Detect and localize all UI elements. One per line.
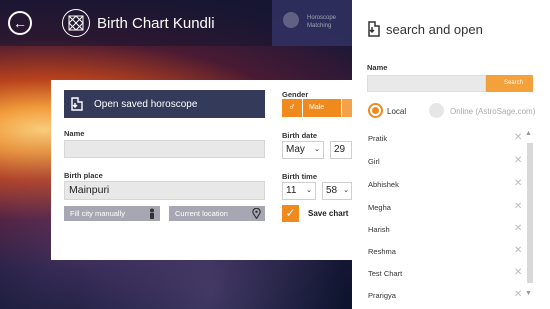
birth-minute-select[interactable]: 58 ⌄ <box>322 182 352 200</box>
open-saved-label: Open saved horoscope <box>94 99 198 110</box>
birth-hour-select[interactable]: 11 ⌄ <box>282 182 316 200</box>
list-item[interactable]: Prarigya ✕ <box>368 289 528 300</box>
person-pin-icon <box>150 208 154 219</box>
close-icon[interactable]: ✕ <box>514 267 522 278</box>
list-item-label: Pratik <box>368 134 388 143</box>
close-icon[interactable]: ✕ <box>514 178 522 189</box>
open-saved-horoscope-button[interactable]: Open saved horoscope <box>64 90 265 118</box>
male-symbol-icon: ♂ <box>282 99 302 117</box>
fill-city-manually-button[interactable]: Fill city manually <box>64 206 160 221</box>
list-item-label: Megha <box>368 203 391 212</box>
name-field[interactable] <box>64 140 265 158</box>
online-radio-label: Online (AstroSage.com) <box>450 107 536 116</box>
birth-month-select[interactable]: May ⌄ <box>282 141 324 159</box>
birth-minute-value: 58 <box>326 185 338 196</box>
fill-city-label: Fill city manually <box>70 209 126 218</box>
back-arrow-icon[interactable]: ← <box>8 11 32 35</box>
online-radio[interactable] <box>429 103 444 118</box>
save-chart-checkbox[interactable]: ✓ <box>282 205 299 222</box>
app-logo <box>62 9 90 37</box>
close-icon[interactable]: ✕ <box>514 201 522 212</box>
gender-male-toggle[interactable]: Male <box>303 99 341 117</box>
list-item[interactable]: Megha ✕ <box>368 201 528 212</box>
search-button-label: Search <box>504 80 524 86</box>
birth-place-label: Birth place <box>64 171 103 180</box>
chevron-up-icon[interactable]: ▲ <box>525 130 532 137</box>
local-radio[interactable] <box>368 103 383 118</box>
kundli-chart-icon <box>68 15 84 31</box>
current-location-label: Current location <box>175 209 228 218</box>
list-item[interactable]: Reshma ✕ <box>368 245 528 256</box>
local-radio-label: Local <box>387 107 407 116</box>
matching-icon <box>283 12 299 28</box>
list-item[interactable]: Girl ✕ <box>368 155 528 166</box>
birth-hour-value: 11 <box>286 185 297 196</box>
birth-date-label: Birth date <box>282 131 318 140</box>
close-icon[interactable]: ✕ <box>514 155 522 166</box>
search-input[interactable] <box>367 75 486 92</box>
close-icon[interactable]: ✕ <box>514 223 522 234</box>
gender-label: Gender <box>282 90 309 99</box>
chevron-down-icon[interactable]: ▼ <box>525 290 532 297</box>
list-item-label: Test Chart <box>368 269 403 278</box>
close-icon[interactable]: ✕ <box>514 289 522 300</box>
birth-place-field[interactable]: Mainpuri <box>64 181 265 200</box>
list-item-label: Girl <box>368 157 380 166</box>
name-label: Name <box>64 129 85 138</box>
panel-title: search and open <box>386 22 483 37</box>
search-name-label: Name <box>367 63 388 72</box>
birth-day-value: 29 <box>334 144 346 155</box>
birth-time-label: Birth time <box>282 172 318 181</box>
open-file-icon <box>368 21 380 37</box>
close-icon[interactable]: ✕ <box>514 245 522 256</box>
list-item-label: Prarigya <box>368 291 396 300</box>
list-item-label: Harish <box>368 225 390 234</box>
list-item-label: Abhishek <box>368 180 399 189</box>
list-item[interactable]: Harish ✕ <box>368 223 528 234</box>
gender-female-toggle[interactable] <box>342 99 352 117</box>
app-title: Birth Chart Kundli <box>97 15 215 32</box>
list-item-label: Reshma <box>368 247 396 256</box>
scrollbar-thumb[interactable] <box>527 143 533 283</box>
list-item[interactable]: Pratik ✕ <box>368 132 528 143</box>
chevron-down-icon: ⌄ <box>306 187 312 194</box>
save-chart-label: Save chart <box>308 209 349 218</box>
chevron-down-icon: ⌄ <box>314 146 320 153</box>
location-pin-icon <box>252 208 261 219</box>
search-button[interactable]: Search <box>486 75 533 92</box>
current-location-button[interactable]: Current location <box>169 206 265 221</box>
open-file-icon <box>71 97 83 111</box>
tile-label: Horoscope Matching <box>307 15 337 29</box>
list-item[interactable]: Abhishek ✕ <box>368 178 528 189</box>
chevron-down-icon: ⌄ <box>343 187 349 194</box>
birth-day-select[interactable]: 29 <box>330 141 352 159</box>
close-icon[interactable]: ✕ <box>514 132 522 143</box>
list-item[interactable]: Test Chart ✕ <box>368 267 528 278</box>
birth-month-value: May <box>286 144 305 155</box>
